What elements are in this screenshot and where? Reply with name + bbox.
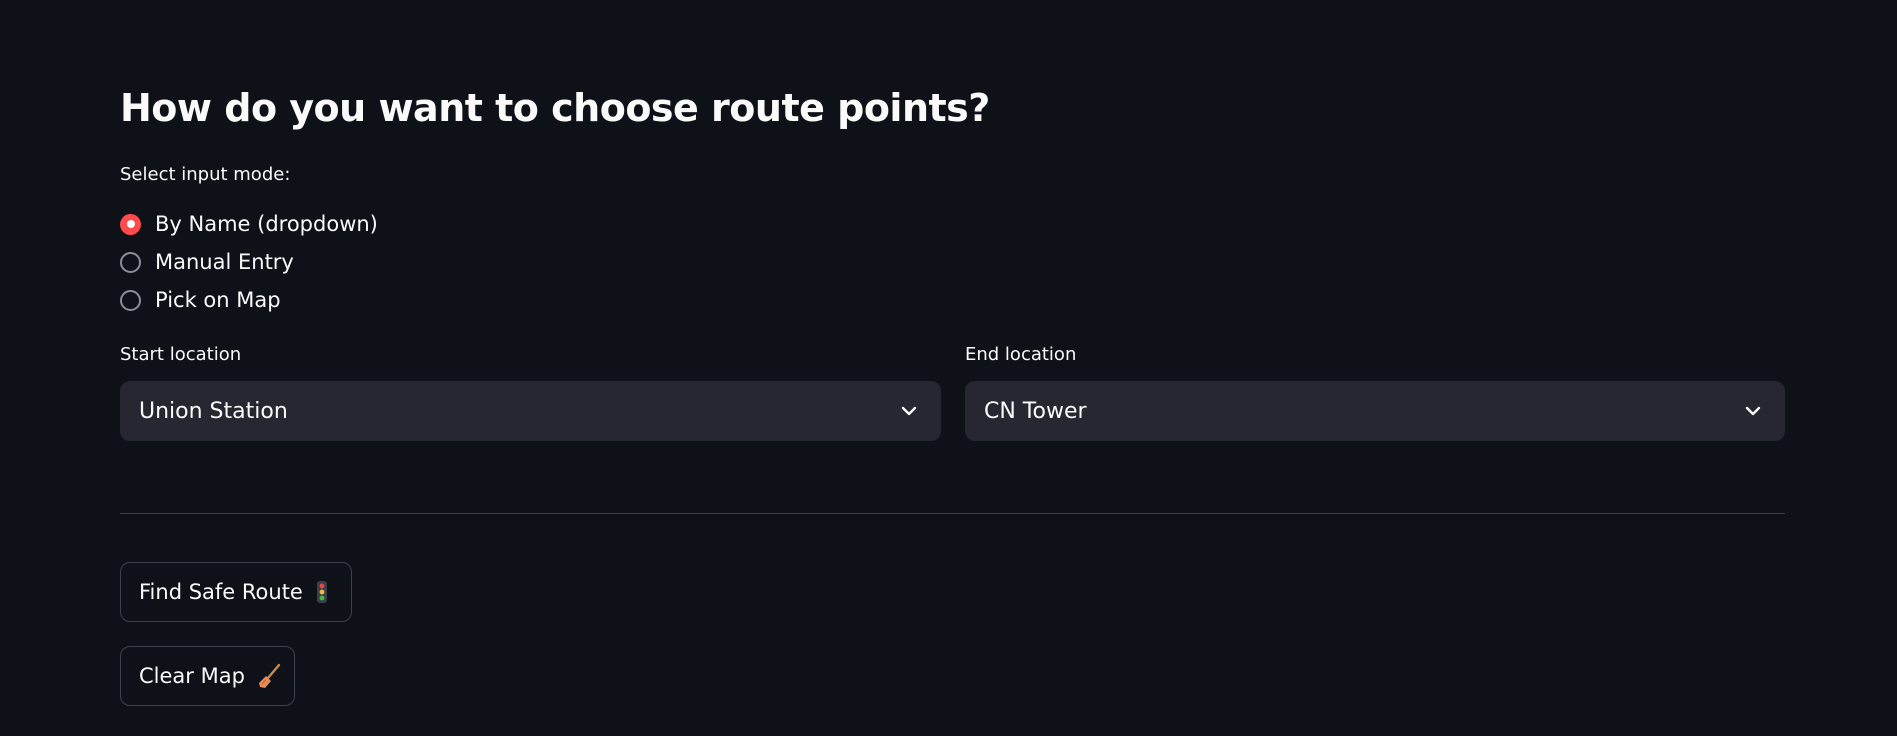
end-location-label: End location — [965, 344, 1077, 365]
radio-option-manual-entry[interactable]: Manual Entry — [120, 243, 378, 281]
end-location-field: End location CN Tower — [965, 342, 1785, 441]
chevron-down-icon — [1745, 406, 1761, 416]
find-safe-route-label: Find Safe Route — [139, 580, 303, 604]
broom-icon — [257, 663, 283, 689]
start-location-label: Start location — [120, 344, 242, 365]
find-safe-route-button[interactable]: Find Safe Route — [120, 562, 352, 622]
start-location-field: Start location Union Station — [120, 342, 941, 441]
chevron-down-icon — [901, 406, 917, 416]
radio-label: Pick on Map — [155, 288, 281, 312]
end-location-value: CN Tower — [984, 398, 1087, 424]
start-location-value: Union Station — [139, 398, 288, 424]
radio-option-by-name[interactable]: By Name (dropdown) — [120, 205, 378, 243]
input-mode-radio-group: By Name (dropdown) Manual Entry Pick on … — [120, 205, 378, 319]
divider — [120, 513, 1785, 514]
start-location-select[interactable]: Union Station — [120, 381, 941, 441]
radio-unselected-icon — [120, 289, 141, 311]
clear-map-label: Clear Map — [139, 664, 245, 688]
end-location-select[interactable]: CN Tower — [965, 381, 1785, 441]
input-mode-label: Select input mode: — [120, 164, 291, 185]
radio-unselected-icon — [120, 251, 141, 273]
clear-map-button[interactable]: Clear Map — [120, 646, 295, 706]
radio-option-pick-on-map[interactable]: Pick on Map — [120, 281, 378, 319]
radio-label: Manual Entry — [155, 250, 294, 274]
page-title: How do you want to choose route points? — [120, 86, 990, 130]
radio-label: By Name (dropdown) — [155, 212, 378, 236]
traffic-light-icon — [315, 580, 329, 604]
radio-selected-icon — [120, 213, 141, 235]
